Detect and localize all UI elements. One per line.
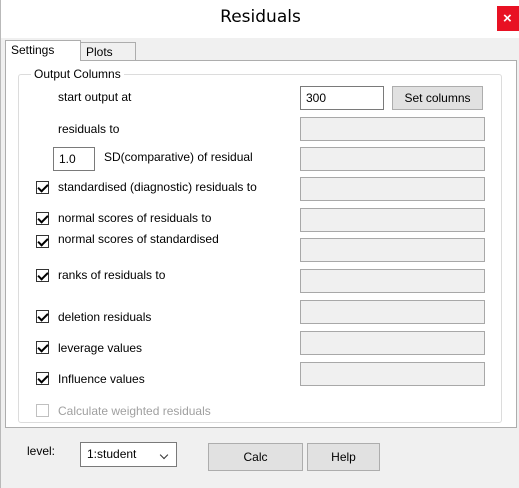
residuals-to-field[interactable] <box>300 117 485 141</box>
deletion-residuals-label: deletion residuals <box>58 310 152 324</box>
standardised-residuals-field[interactable] <box>300 177 485 201</box>
normal-scores-residuals-field[interactable] <box>300 208 485 232</box>
leverage-values-label: leverage values <box>58 341 143 355</box>
normal-scores-residuals-checkbox[interactable] <box>36 212 49 225</box>
standardised-residuals-label: standardised (diagnostic) residuals to <box>58 180 257 194</box>
chevron-down-icon <box>159 450 169 460</box>
tab-plots[interactable]: Plots <box>80 42 136 62</box>
sd-residual-field[interactable] <box>300 147 485 171</box>
influence-values-label: Influence values <box>58 372 145 386</box>
normal-scores-standardised-label: normal scores of standardised <box>58 232 219 246</box>
leverage-values-field[interactable] <box>300 331 485 355</box>
window-title: Residuals <box>220 7 301 27</box>
level-select[interactable]: 1:student <box>80 442 177 467</box>
ranks-residuals-label: ranks of residuals to <box>58 268 166 282</box>
residuals-dialog: Residuals × Settings Plots Output Column… <box>0 0 519 488</box>
weighted-residuals-checkbox[interactable] <box>36 404 49 417</box>
residuals-to-label: residuals to <box>58 122 120 136</box>
influence-values-checkbox[interactable] <box>36 372 49 385</box>
tab-settings[interactable]: Settings <box>5 40 81 61</box>
start-output-label: start output at <box>58 90 132 104</box>
calc-button[interactable]: Calc <box>208 443 303 471</box>
close-button[interactable]: × <box>497 6 519 31</box>
start-output-input[interactable]: 300 <box>300 86 384 110</box>
normal-scores-residuals-label: normal scores of residuals to <box>58 211 212 225</box>
title-bar: Residuals × <box>1 0 519 38</box>
help-button[interactable]: Help <box>307 443 380 471</box>
sd-label: SD(comparative) of residual <box>104 150 253 164</box>
weighted-residuals-label: Calculate weighted residuals <box>58 404 211 418</box>
set-columns-button[interactable]: Set columns <box>392 86 483 110</box>
ranks-residuals-field[interactable] <box>300 269 485 293</box>
sd-input[interactable]: 1.0 <box>53 147 95 171</box>
normal-scores-standardised-field[interactable] <box>300 238 485 262</box>
ranks-residuals-checkbox[interactable] <box>36 269 49 282</box>
standardised-residuals-checkbox[interactable] <box>36 181 49 194</box>
level-label: level: <box>27 444 56 458</box>
level-select-value: 1:student <box>87 447 137 461</box>
influence-values-field[interactable] <box>300 362 485 386</box>
normal-scores-standardised-checkbox[interactable] <box>36 235 49 248</box>
deletion-residuals-checkbox[interactable] <box>36 310 49 323</box>
leverage-values-checkbox[interactable] <box>36 341 49 354</box>
deletion-residuals-field[interactable] <box>300 300 485 324</box>
output-columns-title: Output Columns <box>31 67 124 81</box>
